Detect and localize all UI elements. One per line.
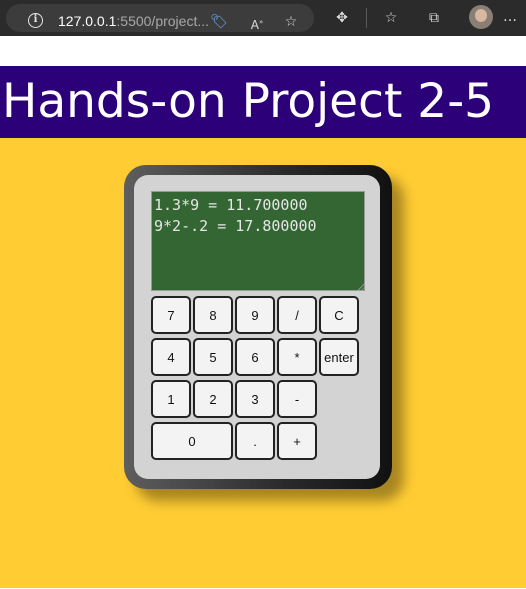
key-subtract[interactable]: -: [277, 380, 317, 418]
main-area: 1.3*9 = 11.700000 9*2-.2 = 17.800000 7 8…: [0, 138, 526, 588]
key-9[interactable]: 9: [235, 296, 275, 334]
url-path: :5500/project...: [116, 13, 210, 29]
calculator-body: 1.3*9 = 11.700000 9*2-.2 = 17.800000 7 8…: [134, 175, 380, 479]
url-text[interactable]: 127.0.0.1:5500/project...: [58, 13, 209, 29]
read-aloud-icon[interactable]: A»: [248, 13, 266, 32]
page-header: Hands-on Project 2-5: [0, 66, 526, 138]
key-6[interactable]: 6: [235, 338, 275, 376]
page-title: Hands-on Project 2-5: [2, 74, 495, 129]
extensions-icon[interactable]: ✥: [333, 9, 351, 27]
key-multiply[interactable]: *: [277, 338, 317, 376]
page-content: Hands-on Project 2-5 1.3*9 = 11.700000 9…: [0, 36, 526, 589]
key-7[interactable]: 7: [151, 296, 191, 334]
toolbar-divider: [366, 8, 367, 28]
calculator-display[interactable]: 1.3*9 = 11.700000 9*2-.2 = 17.800000: [151, 191, 365, 291]
tag-icon[interactable]: 🏷: [210, 13, 228, 31]
calculator-frame: 1.3*9 = 11.700000 9*2-.2 = 17.800000 7 8…: [124, 165, 392, 489]
favorite-add-icon[interactable]: ☆: [282, 13, 300, 31]
address-bar[interactable]: i 127.0.0.1:5500/project... 🏷 A» ☆: [6, 4, 314, 32]
key-4[interactable]: 4: [151, 338, 191, 376]
favorites-icon[interactable]: ☆: [382, 9, 400, 27]
profile-avatar[interactable]: [469, 5, 493, 29]
url-host: 127.0.0.1: [58, 13, 117, 29]
key-3[interactable]: 3: [235, 380, 275, 418]
key-clear[interactable]: C: [319, 296, 359, 334]
info-icon[interactable]: i: [28, 13, 43, 28]
more-icon[interactable]: …: [503, 10, 517, 24]
key-5[interactable]: 5: [193, 338, 233, 376]
key-divide[interactable]: /: [277, 296, 317, 334]
key-enter[interactable]: enter: [319, 338, 359, 376]
key-add[interactable]: +: [277, 422, 317, 460]
resize-grip-icon[interactable]: [357, 283, 365, 291]
key-2[interactable]: 2: [193, 380, 233, 418]
collections-icon[interactable]: ⧉: [425, 9, 443, 27]
key-decimal[interactable]: .: [235, 422, 275, 460]
key-1[interactable]: 1: [151, 380, 191, 418]
key-0[interactable]: 0: [151, 422, 233, 460]
browser-toolbar: i 127.0.0.1:5500/project... 🏷 A» ☆ ✥ ☆ ⧉…: [0, 0, 526, 36]
key-8[interactable]: 8: [193, 296, 233, 334]
